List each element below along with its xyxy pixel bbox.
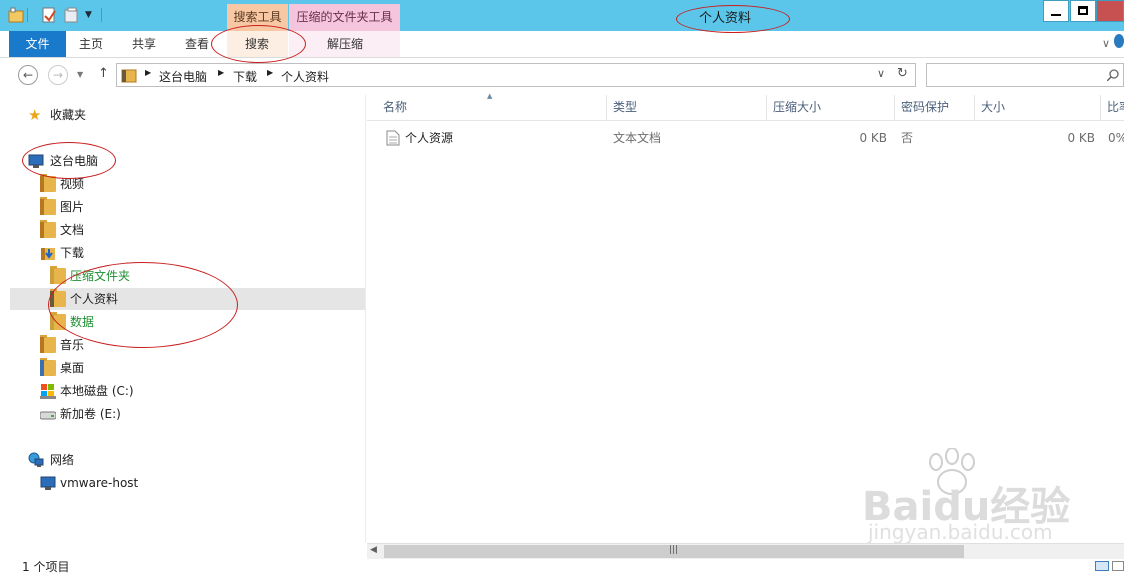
help-icon[interactable] bbox=[1114, 34, 1124, 48]
file-password: 否 bbox=[901, 131, 914, 145]
column-compressed-size[interactable]: 压缩大小 bbox=[767, 95, 895, 120]
tab-file[interactable]: 文件 bbox=[9, 31, 66, 57]
nav-label: 收藏夹 bbox=[50, 108, 87, 122]
address-history-icon[interactable]: ∨ bbox=[877, 67, 885, 80]
file-ratio: 0% bbox=[1108, 131, 1124, 145]
nav-documents[interactable]: 文档 bbox=[40, 219, 340, 241]
scroll-grip-icon: ||| bbox=[669, 545, 679, 555]
nav-desktop[interactable]: 桌面 bbox=[40, 357, 340, 379]
annotation-ellipse bbox=[48, 262, 238, 348]
nav-vmware-host[interactable]: vmware-host bbox=[40, 472, 340, 494]
toolbar-divider bbox=[27, 8, 28, 22]
network-icon bbox=[28, 452, 44, 468]
recent-locations-icon[interactable]: ▼ bbox=[77, 70, 83, 79]
minimize-icon bbox=[1051, 14, 1061, 16]
nav-local-disk-c[interactable]: 本地磁盘 (C:) bbox=[40, 380, 340, 402]
item-count: 1 个项目 bbox=[22, 560, 70, 574]
videos-folder-icon bbox=[40, 174, 56, 192]
toolbar-divider bbox=[101, 8, 102, 22]
breadcrumb-this-pc[interactable]: 这台电脑 bbox=[159, 68, 207, 85]
refresh-icon[interactable]: ↻ bbox=[897, 66, 908, 81]
new-folder-icon[interactable] bbox=[64, 7, 80, 23]
nav-network[interactable]: 网络 bbox=[28, 449, 328, 471]
breadcrumb-personal-data[interactable]: 个人资料 bbox=[281, 68, 329, 85]
expand-ribbon-icon[interactable]: ∨ bbox=[1102, 37, 1110, 50]
nav-label: 网络 bbox=[50, 453, 75, 467]
annotation-ellipse bbox=[211, 25, 306, 63]
column-type[interactable]: 类型 bbox=[607, 95, 767, 120]
pane-splitter[interactable] bbox=[365, 95, 366, 543]
forward-button[interactable]: → bbox=[48, 65, 68, 85]
star-icon: ★ bbox=[28, 106, 42, 124]
tab-decompress[interactable]: 解压缩 bbox=[315, 31, 375, 57]
address-bar[interactable]: ▶ 这台电脑 ▶ 下载 ▶ 个人资料 ∨ ↻ bbox=[116, 63, 916, 87]
scroll-left-icon[interactable]: ◀ bbox=[370, 545, 377, 555]
customize-toolbar-icon[interactable]: ▼ bbox=[85, 10, 92, 20]
maximize-button[interactable] bbox=[1070, 0, 1096, 22]
search-icon[interactable] bbox=[1107, 69, 1119, 81]
status-bar: 1 个项目 bbox=[0, 559, 1124, 574]
breadcrumb-separator-icon: ▶ bbox=[267, 68, 274, 77]
breadcrumb-separator-icon: ▶ bbox=[145, 68, 152, 77]
file-size: 0 KB bbox=[1067, 131, 1095, 145]
nav-label: vmware-host bbox=[60, 476, 139, 490]
nav-favorites[interactable]: ★ 收藏夹 bbox=[28, 104, 328, 126]
up-button[interactable]: ↑ bbox=[98, 66, 109, 81]
annotation-ellipse bbox=[22, 142, 116, 179]
downloads-folder-icon bbox=[40, 245, 56, 261]
nav-label: 本地磁盘 (C:) bbox=[60, 384, 134, 398]
file-name: 个人资源 bbox=[405, 131, 454, 145]
nav-label: 文档 bbox=[60, 223, 85, 237]
maximize-icon bbox=[1078, 6, 1088, 15]
title-bar bbox=[0, 0, 1124, 31]
drive-icon bbox=[39, 406, 57, 422]
search-box bbox=[926, 63, 1124, 87]
large-icons-view-icon[interactable] bbox=[1112, 561, 1124, 571]
close-button[interactable] bbox=[1096, 0, 1124, 22]
file-type: 文本文档 bbox=[613, 131, 662, 145]
watermark-url: jingyan.baidu.com bbox=[868, 520, 1053, 544]
minimize-button[interactable] bbox=[1043, 0, 1069, 22]
pictures-folder-icon bbox=[40, 197, 56, 215]
nav-new-volume-e[interactable]: 新加卷 (E:) bbox=[39, 403, 340, 425]
search-input[interactable] bbox=[931, 66, 1099, 84]
ribbon-tabs bbox=[0, 31, 1124, 58]
nav-label: 桌面 bbox=[60, 361, 85, 375]
breadcrumb-downloads[interactable]: 下载 bbox=[233, 68, 257, 85]
column-size[interactable]: 大小 bbox=[975, 95, 1101, 120]
music-folder-icon bbox=[40, 335, 56, 353]
sort-ascending-icon: ▲ bbox=[487, 92, 493, 100]
annotation-ellipse bbox=[676, 5, 790, 33]
nav-pictures[interactable]: 图片 bbox=[40, 196, 340, 218]
column-header-row: 名称 类型 压缩大小 密码保护 大小 比率 bbox=[367, 95, 1124, 121]
properties-icon[interactable] bbox=[41, 7, 57, 23]
back-button[interactable]: ← bbox=[18, 65, 38, 85]
tab-home[interactable]: 主页 bbox=[70, 31, 112, 57]
column-password[interactable]: 密码保护 bbox=[895, 95, 975, 120]
breadcrumb-separator-icon: ▶ bbox=[218, 68, 225, 77]
nav-downloads[interactable]: 下载 bbox=[40, 242, 340, 264]
details-view-icon[interactable] bbox=[1095, 561, 1109, 571]
nav-label: 新加卷 (E:) bbox=[60, 407, 121, 421]
baidu-watermark: Baidu经验 jingyan.baidu.com bbox=[862, 448, 1124, 548]
folder-icon bbox=[121, 67, 137, 83]
folder-icon[interactable] bbox=[8, 7, 24, 23]
file-compressed-size: 0 KB bbox=[859, 131, 887, 145]
nav-label: 下载 bbox=[60, 246, 85, 260]
desktop-folder-icon bbox=[40, 358, 56, 376]
nav-label: 图片 bbox=[60, 200, 85, 214]
documents-folder-icon bbox=[40, 220, 56, 238]
text-file-icon bbox=[386, 130, 400, 146]
system-drive-icon bbox=[40, 383, 56, 399]
tab-share[interactable]: 共享 bbox=[122, 31, 166, 57]
column-ratio[interactable]: 比率 bbox=[1101, 95, 1124, 120]
context-tab-compressed-tools: 压缩的文件夹工具 bbox=[289, 4, 400, 31]
table-row[interactable]: 个人资源 文本文档 0 KB 否 0 KB 0% bbox=[377, 128, 1124, 148]
computer-icon bbox=[40, 475, 56, 491]
